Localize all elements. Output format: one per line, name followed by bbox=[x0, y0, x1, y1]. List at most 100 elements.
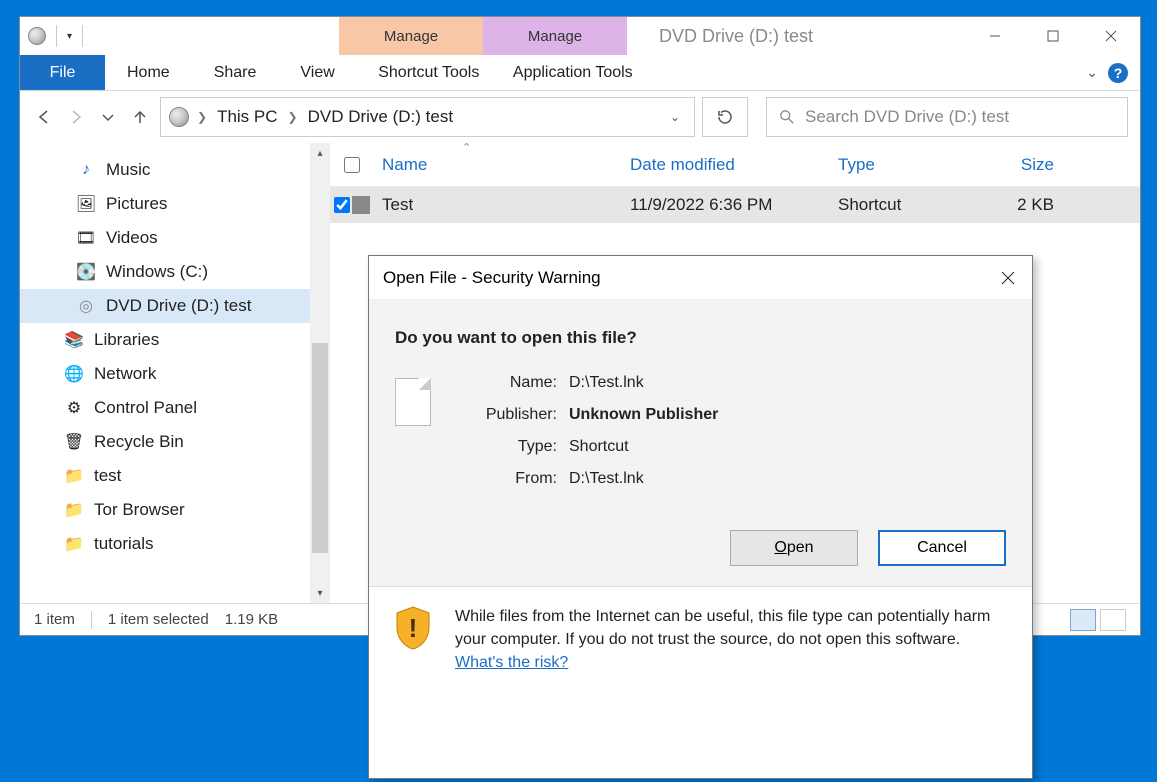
column-header-name[interactable]: Name bbox=[374, 155, 622, 175]
disc-icon bbox=[169, 107, 189, 127]
sidebar-item[interactable]: 💽Windows (C:) bbox=[20, 255, 330, 289]
sidebar-item[interactable]: 🎞 Videos bbox=[20, 221, 330, 255]
sidebar-item-label: Recycle Bin bbox=[94, 432, 184, 452]
divider bbox=[56, 25, 57, 47]
minimize-button[interactable] bbox=[966, 17, 1024, 55]
sidebar-item-label: Tor Browser bbox=[94, 500, 185, 520]
close-button[interactable] bbox=[1082, 17, 1140, 55]
sidebar-item-label: Network bbox=[94, 364, 156, 384]
svg-text:!: ! bbox=[409, 613, 418, 643]
navigation-row: ❯ This PC ❯ DVD Drive (D:) test ⌄ bbox=[20, 91, 1140, 143]
refresh-button[interactable] bbox=[702, 97, 748, 137]
sidebar-item-icon: 📚 bbox=[64, 330, 84, 350]
context-header-shortcut: Manage bbox=[339, 17, 483, 55]
recent-dropdown[interactable] bbox=[96, 105, 120, 129]
sidebar-item[interactable]: 🌐Network bbox=[20, 357, 330, 391]
maximize-button[interactable] bbox=[1024, 17, 1082, 55]
file-tab[interactable]: File bbox=[20, 55, 105, 90]
sidebar-item-label: Videos bbox=[106, 228, 158, 248]
dialog-warning-footer: ! While files from the Internet can be u… bbox=[369, 586, 1032, 693]
titlebar: ▾ Manage Manage DVD Drive (D:) test bbox=[20, 17, 1140, 55]
sidebar-item[interactable]: 📚 Libraries bbox=[20, 323, 330, 357]
sidebar-item-icon: 📁 bbox=[64, 466, 84, 486]
security-warning-dialog: Open File - Security Warning Do you want… bbox=[368, 255, 1033, 779]
sidebar-item[interactable]: 🗑Recycle Bin bbox=[20, 425, 330, 459]
chevron-right-icon[interactable]: ❯ bbox=[197, 110, 207, 124]
divider bbox=[82, 25, 83, 47]
chevron-right-icon[interactable]: ❯ bbox=[288, 110, 298, 124]
address-bar[interactable]: ❯ This PC ❯ DVD Drive (D:) test ⌄ bbox=[160, 97, 695, 137]
help-icon[interactable]: ? bbox=[1108, 63, 1128, 83]
sidebar-item-icon: ♪ bbox=[76, 160, 96, 180]
status-selected-count: 1 item selected bbox=[108, 611, 209, 628]
up-button[interactable] bbox=[128, 105, 152, 129]
dialog-title: Open File - Security Warning bbox=[383, 268, 601, 288]
window-controls bbox=[966, 17, 1140, 55]
qat-dropdown-icon[interactable]: ▾ bbox=[67, 31, 72, 42]
sidebar-item[interactable]: 📁Tor Browser bbox=[20, 493, 330, 527]
cancel-button[interactable]: Cancel bbox=[878, 530, 1006, 566]
label-name: Name: bbox=[459, 374, 569, 392]
open-button[interactable]: Open bbox=[730, 530, 858, 566]
forward-button[interactable] bbox=[64, 105, 88, 129]
sidebar-item[interactable]: 📁test bbox=[20, 459, 330, 493]
select-all-checkbox[interactable] bbox=[344, 157, 360, 173]
file-icon bbox=[395, 378, 431, 426]
tab-application-tools[interactable]: Application Tools bbox=[501, 55, 645, 90]
sidebar-item[interactable]: ♪ Music bbox=[20, 153, 330, 187]
sidebar-item-icon: 📁 bbox=[64, 534, 84, 554]
sidebar-item-label: Pictures bbox=[106, 194, 167, 214]
sidebar-item-label: DVD Drive (D:) test bbox=[106, 296, 251, 316]
column-header-size[interactable]: Size bbox=[962, 155, 1062, 175]
contextual-tab-headers: Manage Manage bbox=[339, 17, 627, 55]
view-details-button[interactable] bbox=[1070, 609, 1096, 631]
value-type: Shortcut bbox=[569, 438, 718, 456]
sidebar-item-label: Music bbox=[106, 160, 150, 180]
scroll-thumb[interactable] bbox=[312, 343, 328, 553]
status-item-count: 1 item bbox=[34, 611, 75, 628]
dialog-question: Do you want to open this file? bbox=[395, 328, 1006, 348]
label-type: Type: bbox=[459, 438, 569, 456]
sidebar-item[interactable]: 🖼Pictures bbox=[20, 187, 330, 221]
sidebar-item-icon: 💽 bbox=[76, 262, 96, 282]
sidebar-item[interactable]: ⚙Control Panel bbox=[20, 391, 330, 425]
disc-icon bbox=[28, 27, 46, 45]
tab-view[interactable]: View bbox=[278, 55, 356, 90]
sidebar-item-label: Libraries bbox=[94, 330, 159, 350]
file-type: Shortcut bbox=[830, 195, 962, 215]
sidebar-item[interactable]: 📁tutorials bbox=[20, 527, 330, 561]
breadcrumb-this-pc[interactable]: This PC bbox=[211, 107, 283, 127]
search-box[interactable] bbox=[766, 97, 1128, 137]
address-dropdown-icon[interactable]: ⌄ bbox=[660, 110, 690, 124]
tab-share[interactable]: Share bbox=[192, 55, 279, 90]
ribbon-tabs: File Home Share View Shortcut Tools Appl… bbox=[20, 55, 1140, 91]
divider bbox=[91, 611, 92, 629]
whats-the-risk-link[interactable]: What's the risk? bbox=[455, 654, 568, 671]
search-input[interactable] bbox=[805, 107, 1115, 127]
file-row-checkbox[interactable] bbox=[334, 197, 350, 213]
label-publisher: Publisher: bbox=[459, 406, 569, 424]
dialog-close-button[interactable] bbox=[998, 268, 1018, 288]
value-name: D:\Test.lnk bbox=[569, 374, 718, 392]
view-thumbnails-button[interactable] bbox=[1100, 609, 1126, 631]
file-name: Test bbox=[374, 195, 622, 215]
file-date: 11/9/2022 6:36 PM bbox=[622, 195, 830, 215]
sidebar-scrollbar[interactable]: ▴ ▾ bbox=[310, 143, 330, 603]
sidebar-item-icon: ⚙ bbox=[64, 398, 84, 418]
navigation-pane: ♪ Music 🖼Pictures 🎞 Videos 💽Windows (C:)◎DVD … bbox=[20, 143, 330, 603]
column-header-type[interactable]: Type bbox=[830, 155, 962, 175]
back-button[interactable] bbox=[32, 105, 56, 129]
scroll-down-icon[interactable]: ▾ bbox=[310, 583, 330, 603]
tab-home[interactable]: Home bbox=[105, 55, 192, 90]
scroll-up-icon[interactable]: ▴ bbox=[310, 143, 330, 163]
breadcrumb-drive[interactable]: DVD Drive (D:) test bbox=[302, 107, 459, 127]
sidebar-item-icon: 🎞 bbox=[76, 228, 96, 248]
window-title: DVD Drive (D:) test bbox=[639, 17, 833, 55]
sidebar-item[interactable]: ◎DVD Drive (D:) test bbox=[20, 289, 330, 323]
search-icon bbox=[779, 109, 795, 125]
file-row[interactable]: Test11/9/2022 6:36 PMShortcut2 KB bbox=[330, 187, 1140, 223]
column-header-date[interactable]: Date modified bbox=[622, 155, 830, 175]
tab-shortcut-tools[interactable]: Shortcut Tools bbox=[357, 55, 501, 90]
ribbon-collapse-icon[interactable]: ⌄ bbox=[1086, 64, 1098, 81]
column-header-row: ⌃ Name Date modified Type Size bbox=[330, 143, 1140, 187]
